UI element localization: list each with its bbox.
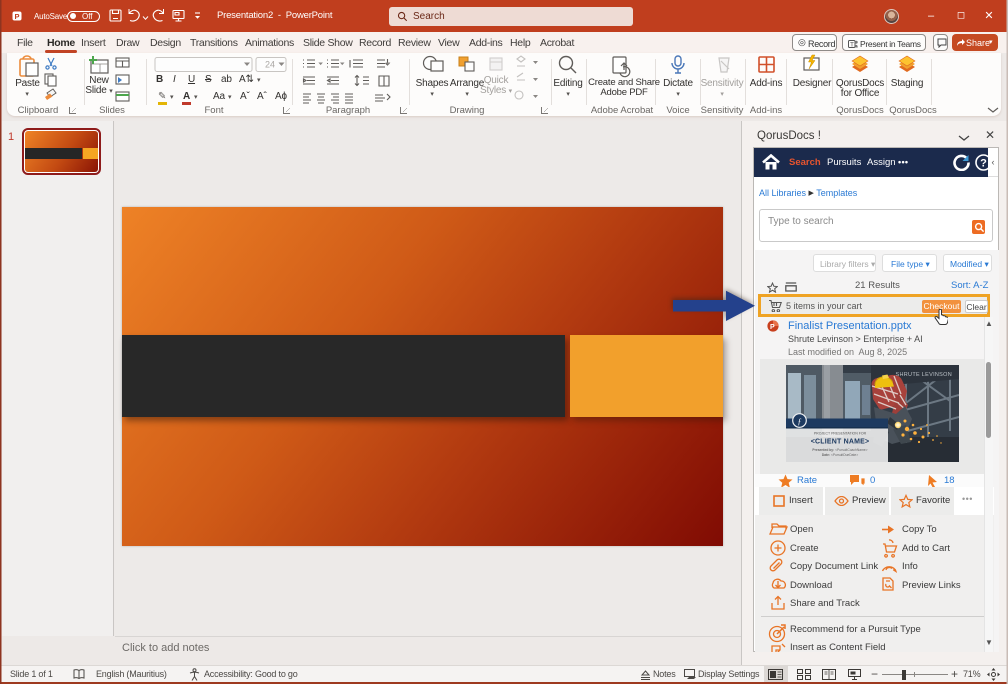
svg-text:Date: <PursuitDueDate>: Date: <PursuitDueDate> [822, 453, 858, 457]
svg-text:P: P [14, 12, 19, 21]
svg-text:SHRUTE LEVINSON: SHRUTE LEVINSON [896, 372, 952, 378]
svg-text:ƒ: ƒ [798, 417, 802, 426]
svg-text:Presented by: <PursuitCoachNam: Presented by: <PursuitCoachName> [812, 448, 867, 452]
svg-text:?: ? [980, 158, 987, 170]
svg-text:24: 24 [265, 60, 275, 70]
svg-text:<CLIENT NAME>: <CLIENT NAME> [811, 439, 870, 446]
svg-text:T: T [850, 41, 854, 48]
svg-text:PROJECT PRESENTATION FOR: PROJECT PRESENTATION FOR [814, 432, 867, 436]
svg-text:P: P [770, 324, 775, 331]
